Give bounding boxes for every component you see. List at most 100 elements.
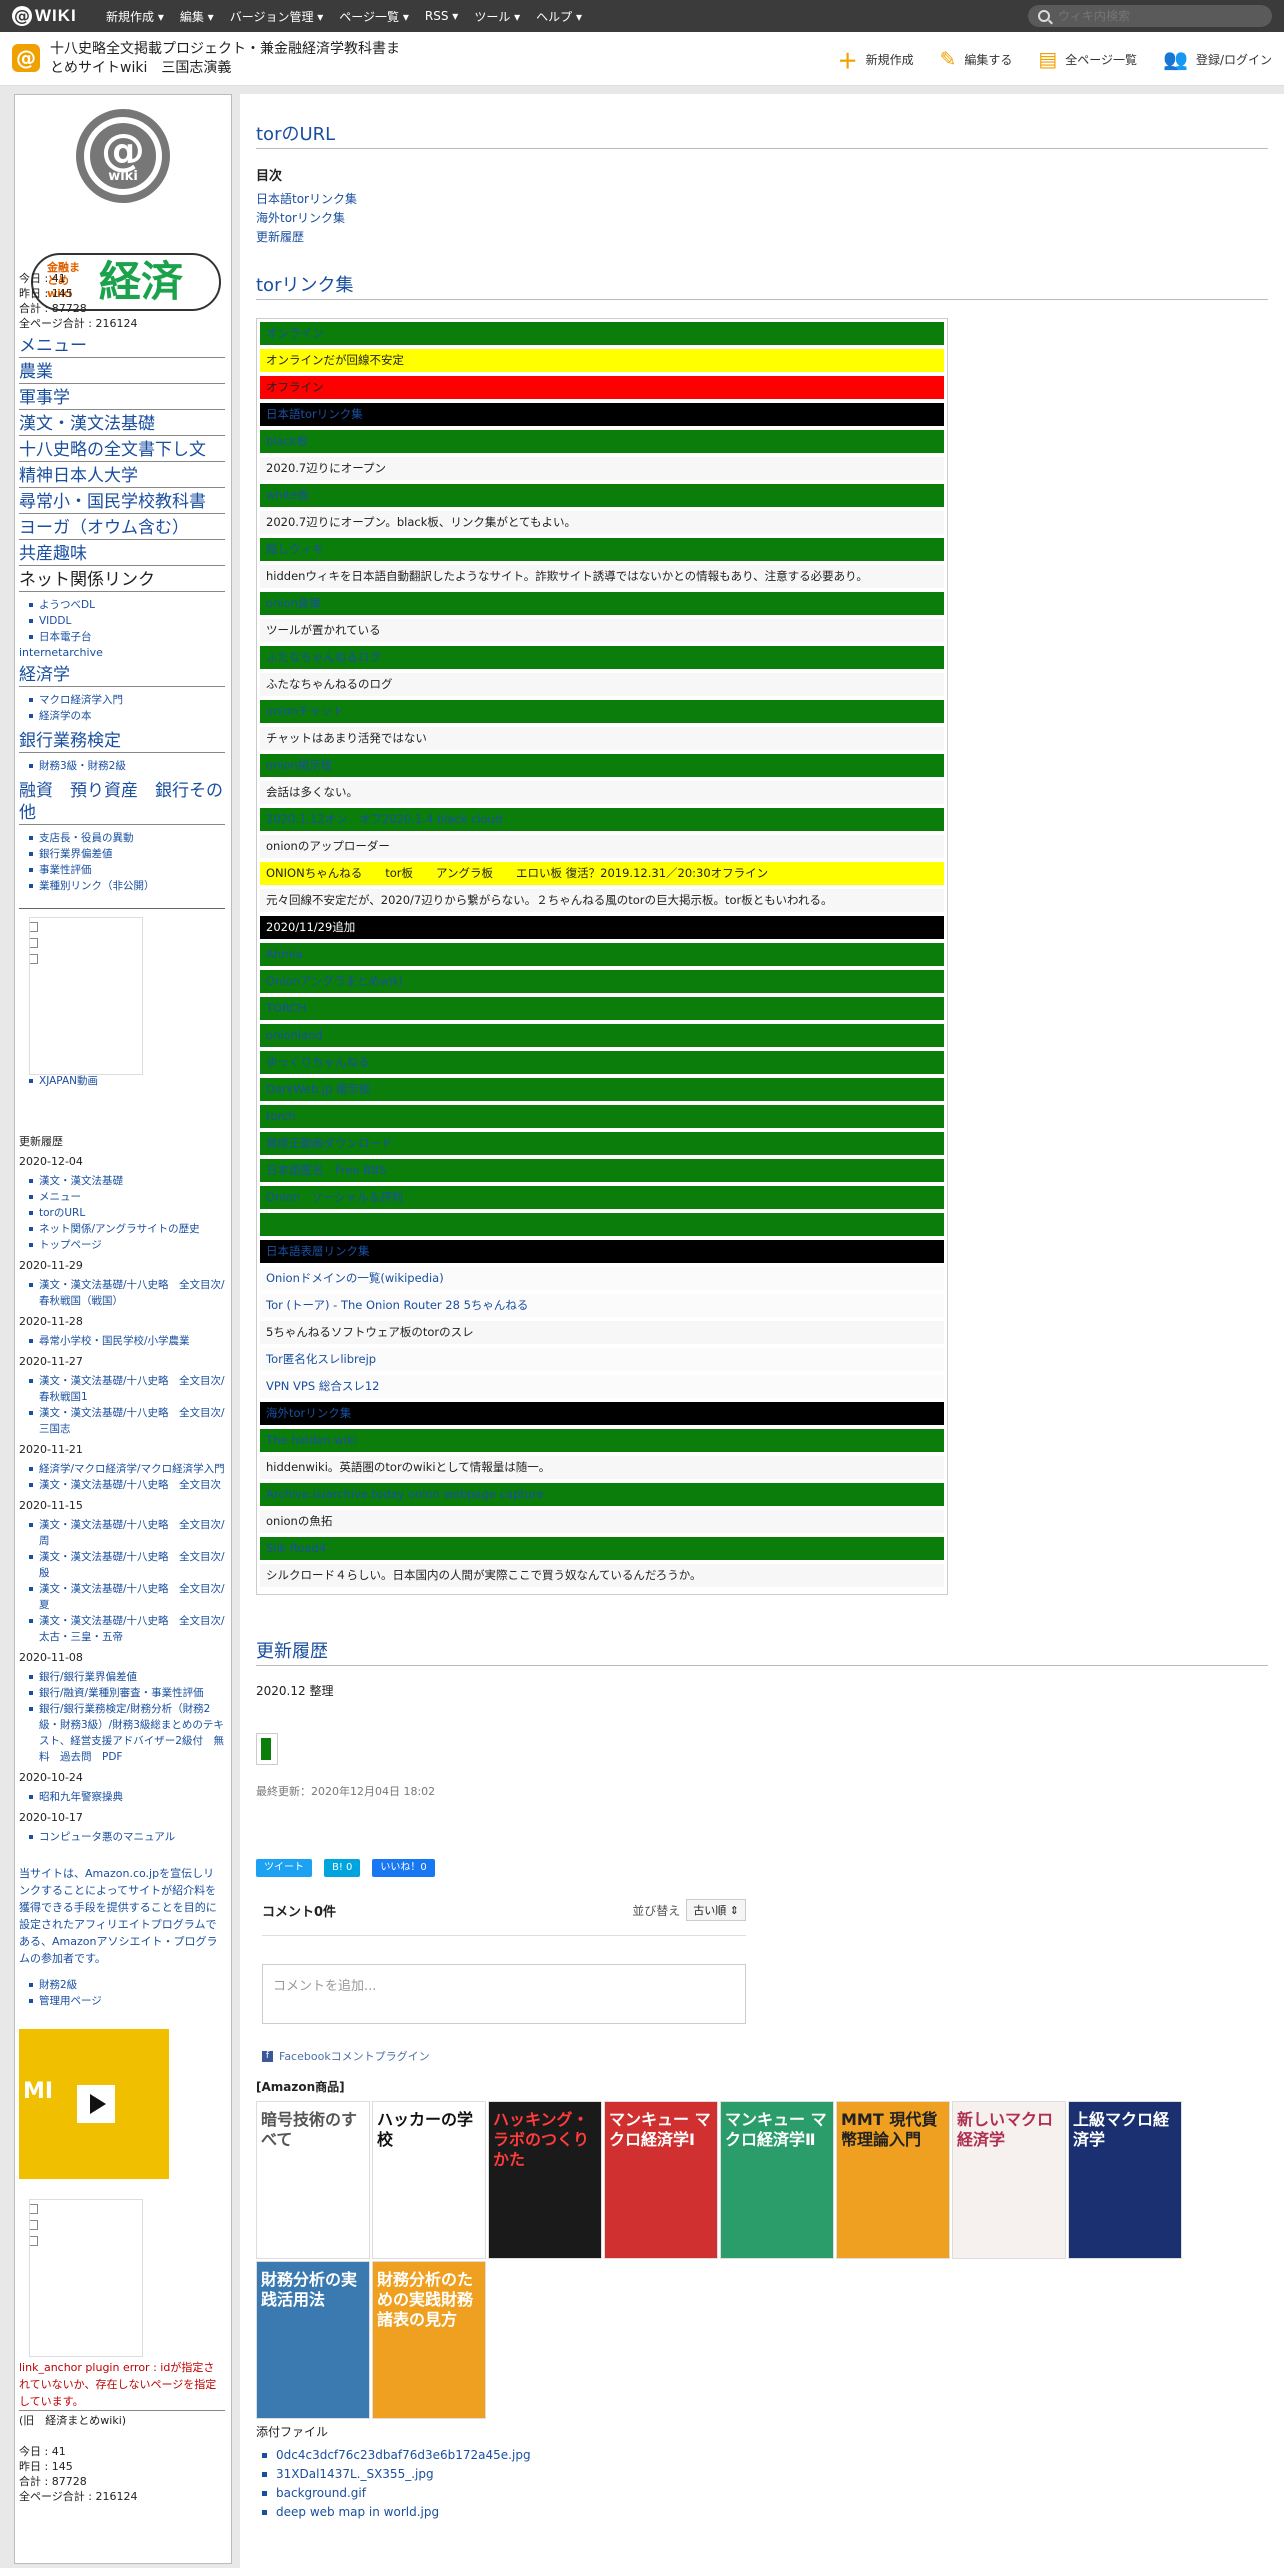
link-table-row[interactable]: onion倉庫 (260, 592, 944, 615)
update-item[interactable]: torのURL (29, 1205, 225, 1221)
link-table-row[interactable]: torch (260, 1105, 944, 1128)
edit-button[interactable]: ✎ 編集する (940, 47, 1013, 71)
link-table-row[interactable] (260, 1213, 944, 1236)
list-item[interactable]: ようつべDL (29, 597, 225, 613)
like-button[interactable]: いいね！0 (372, 1859, 435, 1877)
sort-select[interactable]: 古い順 ⇕ (686, 1899, 746, 1921)
link-table-row[interactable]: ONIONちゃんねる tor板 アングラ板 エロい板 復活？2019.12.31… (260, 862, 944, 885)
link-table-row[interactable]: 隠しウィキ (260, 538, 944, 561)
link-table-row[interactable]: Onionドメインの一覧(wikipedia) (260, 1267, 944, 1290)
new-page-button[interactable]: ＋新規作成 (838, 45, 914, 74)
attachment-link[interactable]: 0dc4c3dcf76c23dbaf76d3e6b172a45e.jpg (262, 2446, 1284, 2465)
update-item[interactable]: 漢文・漢文法基礎/十八史略 全文目次/春秋戦国（戦国） (29, 1277, 225, 1309)
list-item[interactable]: XJAPAN動画 (29, 1073, 225, 1089)
list-item[interactable]: 銀行業界偏差値 (29, 846, 225, 862)
list-item[interactable]: 業種別リンク（非公開） (29, 878, 225, 894)
menu-help[interactable]: ヘルプ ▾ (536, 8, 582, 25)
update-item[interactable]: 漢文・漢文法基礎/十八史略 全文目次 (29, 1477, 225, 1493)
update-item[interactable]: 銀行/銀行業務検定/財務分析（財務2級・財務3級）/財務3級総まとめのテキスト、… (29, 1701, 225, 1765)
book-cover[interactable]: 新しいマクロ経済学 (952, 2101, 1066, 2259)
site-title[interactable]: 十八史略全文掲載プロジェクト・兼金融経済学教科書まとめサイトwiki 三国志演義 (50, 40, 410, 78)
play-icon[interactable] (77, 2085, 115, 2123)
link-table-row[interactable]: Onionアングラまとめwiki (260, 970, 944, 993)
link-table-row[interactable]: onionland (260, 1024, 944, 1047)
link-table-row[interactable]: The hidden wiki (260, 1429, 944, 1452)
link-table-row[interactable]: ふたなちゃんねるログ (260, 646, 944, 669)
sidebar-item-seishin[interactable]: 精神日本人大学 (19, 465, 225, 488)
comment-input[interactable]: コメントを追加... (262, 1964, 746, 2024)
list-item[interactable]: VIDDL (29, 613, 225, 629)
book-cover[interactable]: 暗号技術のすべて (256, 2101, 370, 2259)
menu-new[interactable]: 新規作成 ▾ (106, 8, 164, 25)
finance-heading[interactable]: 融資 預り資産 銀行その他 (19, 780, 225, 825)
sidebar-item-yoga[interactable]: ヨーガ（オウム含む） (19, 517, 225, 540)
sidebar-item-textbook[interactable]: 尋常小・国民学校教科書 (19, 491, 225, 514)
facebook-plugin-link[interactable]: Facebookコメントプラグイン (279, 2048, 430, 2064)
book-cover[interactable]: 上級マクロ経済学 (1068, 2101, 1182, 2259)
list-item[interactable]: 事業性評価 (29, 862, 225, 878)
link-table-row[interactable]: 無修正動画ダウンロード (260, 1132, 944, 1155)
link-table-row[interactable]: Silk Road4 (260, 1537, 944, 1560)
menu-tools[interactable]: ツール ▾ (474, 8, 520, 25)
book-icon-link[interactable] (30, 2216, 142, 2232)
update-item[interactable]: メニュー (29, 1189, 225, 1205)
update-item[interactable]: 漢文・漢文法基礎/十八史略 全文目次/周 (29, 1517, 225, 1549)
link-table-row[interactable]: Tor匿名化スレlibrejp (260, 1348, 944, 1371)
book-cover[interactable]: 財務分析のための実践財務諸表の見方 (372, 2261, 486, 2419)
link-table-row[interactable]: TORCH (260, 997, 944, 1020)
update-item[interactable]: 漢文・漢文法基礎/十八史略 全文目次/殷 (29, 1549, 225, 1581)
video-thumbnail[interactable]: MI (19, 2029, 169, 2179)
sidebar-item-military[interactable]: 軍事学 (19, 387, 225, 410)
book-cover[interactable]: 財務分析の実践活用法 (256, 2261, 370, 2419)
book-icon-link[interactable] (30, 2200, 142, 2216)
search-icon[interactable] (1038, 10, 1050, 22)
hatena-button[interactable]: B! 0 (324, 1859, 361, 1877)
update-item[interactable]: 漢文・漢文法基礎/十八史略 全文目次/春秋戦国1 (29, 1373, 225, 1405)
update-item[interactable]: 漢文・漢文法基礎 (29, 1173, 225, 1189)
list-item[interactable]: 支店長・役員の異動 (29, 830, 225, 846)
update-item[interactable]: 銀行/融資/業種別審査・事業性評価 (29, 1685, 225, 1701)
link-table-row[interactable]: onion掲示板 (260, 754, 944, 777)
book-cover[interactable]: ハッキング・ラボのつくりかた (488, 2101, 602, 2259)
list-item[interactable]: 財務3級・財務2級 (29, 758, 225, 774)
book-icon-link[interactable] (30, 918, 142, 934)
update-item[interactable]: 尋常小学校・国民学校/小学農業 (29, 1333, 225, 1349)
book-icon-link[interactable] (30, 934, 142, 950)
link-table-row[interactable]: Tor (トーア) - The Onion Router 28 5ちゃんねる (260, 1294, 944, 1317)
update-item[interactable]: 漢文・漢文法基礎/十八史略 全文目次/三国志 (29, 1405, 225, 1437)
update-item[interactable]: トップページ (29, 1237, 225, 1253)
update-item[interactable]: 経済学/マクロ経済学/マクロ経済学入門 (29, 1461, 225, 1477)
all-pages-button[interactable]: ▤ 全ページ一覧 (1038, 47, 1137, 71)
menu-version[interactable]: バージョン管理 ▾ (230, 8, 324, 25)
list-item[interactable]: マクロ経済学入門 (29, 692, 225, 708)
book-cover[interactable]: マンキュー マクロ経済学Ⅱ (720, 2101, 834, 2259)
update-item[interactable]: コンピュータ悪のマニュアル (29, 1829, 225, 1845)
update-item[interactable]: 漢文・漢文法基礎/十八史略 全文目次/夏 (29, 1581, 225, 1613)
link-table-row[interactable]: VPN VPS 総合スレ12 (260, 1375, 944, 1398)
link-table-row[interactable]: 海外torリンク集 (260, 1402, 944, 1425)
link-table-row[interactable]: オンライン (260, 322, 944, 345)
link-table-row[interactable]: DarkWeb.jp 掲示板 (260, 1078, 944, 1101)
link-table-row[interactable]: 日本語表層リンク集 (260, 1240, 944, 1263)
book-cover[interactable]: ハッカーの学校 (372, 2101, 486, 2259)
sidebar-item-agri[interactable]: 農業 (19, 361, 225, 384)
toc-link-history[interactable]: 更新履歴 (256, 228, 1284, 247)
atwiki-logo[interactable]: @ WIKI (12, 6, 77, 26)
book-cover[interactable]: マンキュー マクロ経済学Ⅰ (604, 2101, 718, 2259)
book-icon-link[interactable] (30, 950, 142, 966)
link-table-row[interactable]: オンラインだが回線不安定 (260, 349, 944, 372)
list-item[interactable]: 経済学の本 (29, 708, 225, 724)
tweet-button[interactable]: ツイート (256, 1859, 312, 1877)
sidebar-item-kanbun[interactable]: 漢文・漢文法基礎 (19, 413, 225, 436)
menu-rss[interactable]: RSS ▾ (425, 9, 458, 23)
menu-heading[interactable]: メニュー (19, 335, 225, 358)
link-table-row[interactable]: Onion ソーシャル＆評判 (260, 1186, 944, 1209)
toc-link-overseas[interactable]: 海外torリンク集 (256, 209, 1284, 228)
login-button[interactable]: 👥 登録/ログイン (1163, 47, 1272, 71)
list-item[interactable]: 財務2級 (29, 1977, 225, 1993)
update-item[interactable]: 昭和九年警察操典 (29, 1789, 225, 1805)
toc-link-jp[interactable]: 日本語torリンク集 (256, 190, 1284, 209)
search-input[interactable] (1058, 9, 1258, 23)
attachment-link[interactable]: 31XDal1437L._SX355_.jpg (262, 2465, 1284, 2484)
sidebar-item-communism[interactable]: 共産趣味 (19, 543, 225, 566)
